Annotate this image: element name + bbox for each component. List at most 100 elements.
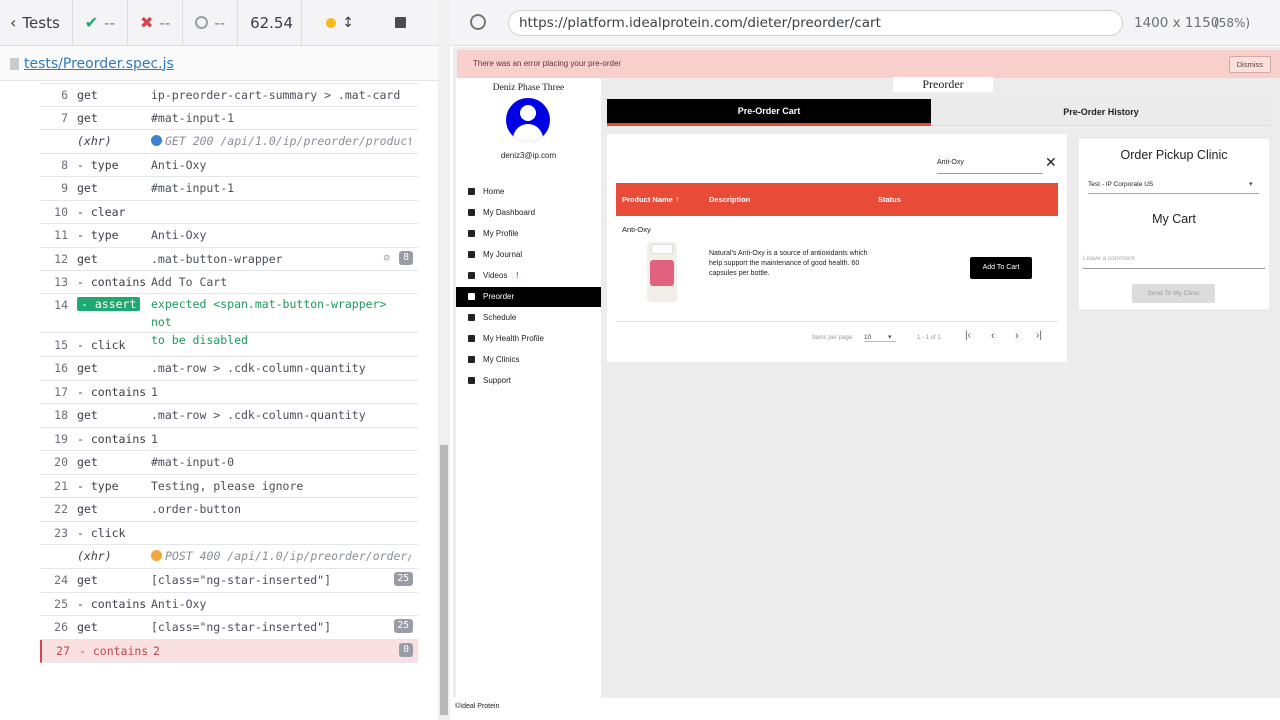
tab-preorder-history[interactable]: Pre-Order History	[931, 99, 1271, 126]
command-number: 11	[54, 228, 68, 242]
avatar-body	[513, 124, 543, 142]
product-description: Natural's Anti-Oxy is a source of antiox…	[709, 250, 868, 277]
xhr-text: POST 400 /api/1.0/ip/preorder/order/...	[165, 549, 411, 563]
product-image	[647, 242, 677, 302]
tab-preorder-cart[interactable]: Pre-Order Cart	[607, 99, 931, 126]
command-number: 13	[54, 274, 68, 289]
scrollbar-thumb[interactable]	[440, 445, 448, 715]
command-row[interactable]: 26 get [class="ng-star-inserted"] 25	[40, 616, 418, 640]
command-row[interactable]: 17 - contains 1	[40, 381, 418, 404]
command-name: - type	[77, 478, 119, 493]
command-row[interactable]: (xhr) POST 400 /api/1.0/ip/preorder/order…	[40, 545, 418, 569]
command-arg: Anti-Oxy	[151, 596, 207, 611]
comment-field[interactable]: Leave a comment	[1083, 247, 1265, 269]
command-row[interactable]: 11 - type Anti-Oxy	[40, 224, 418, 248]
command-arg: GET 200 /api/1.0/ip/preorder/product...	[151, 134, 411, 148]
command-name: - clear	[77, 204, 126, 219]
stop-button[interactable]	[378, 0, 422, 46]
command-name: get	[77, 181, 98, 195]
command-row[interactable]: 18 get .mat-row > .cdk-column-quantity	[40, 404, 418, 428]
clinic-select[interactable]: Test - IP Corporate US	[1088, 181, 1259, 194]
command-row[interactable]: 19 - contains 1	[40, 428, 418, 451]
url-field[interactable]: https://platform.idealprotein.com/dieter…	[508, 10, 1123, 36]
avatar[interactable]	[506, 98, 550, 142]
command-row[interactable]: 12 get .mat-button-wrapper 8 ⊘	[40, 248, 418, 271]
command-row[interactable]: 20 get #mat-input-0	[40, 451, 418, 475]
command-row[interactable]: 23 - click	[40, 522, 418, 545]
sidebar-item-schedule[interactable]: Schedule	[456, 308, 601, 328]
command-name: get	[77, 361, 98, 375]
command-row[interactable]: 22 get .order-button	[40, 498, 418, 522]
command-row[interactable]: 6 get ip-preorder-cart-summary > .mat-card	[40, 83, 418, 107]
command-row[interactable]: (xhr) GET 200 /api/1.0/ip/preorder/produc…	[40, 130, 418, 154]
command-name: - contains	[77, 596, 147, 611]
col-product-name[interactable]: Product Name	[622, 183, 673, 216]
circle-icon	[195, 16, 209, 29]
command-row[interactable]: 27 - contains 2 0	[40, 639, 418, 663]
sidebar-item-my-profile[interactable]: My Profile	[456, 224, 601, 244]
command-number: 7	[61, 110, 68, 125]
command-row[interactable]: 7 get #mat-input-1	[40, 107, 418, 130]
command-name: - click	[77, 525, 126, 540]
command-row[interactable]: 25 - contains Anti-Oxy	[40, 593, 418, 616]
sidebar-item-support[interactable]: Support	[456, 371, 601, 391]
app-under-test: There was an error placing your pre-orde…	[453, 47, 1280, 720]
user-name: Deniz Phase Three	[492, 83, 565, 93]
add-to-cart-button[interactable]: Add To Cart	[970, 257, 1032, 279]
auto-scroll-toggle[interactable]: ↕	[302, 0, 378, 46]
command-number: 19	[54, 431, 68, 446]
command-name: get	[77, 110, 98, 125]
last-page-icon[interactable]: ›|	[1036, 330, 1042, 341]
command-name: get	[77, 408, 98, 422]
product-card: Anti-Oxy ✕ Product Name ↑ Description St…	[607, 134, 1067, 362]
command-row[interactable]: 16 get .mat-row > .cdk-column-quantity	[40, 357, 418, 381]
command-row[interactable]: 15 - click	[40, 334, 418, 357]
bottle-label	[650, 260, 674, 286]
dismiss-button[interactable]: Dismiss	[1228, 56, 1271, 73]
command-name: get	[77, 455, 98, 469]
command-number: 26	[54, 620, 68, 634]
prev-page-icon[interactable]: ‹	[991, 330, 995, 342]
sidebar-item-my-journal[interactable]: My Journal	[456, 245, 601, 265]
command-row[interactable]: 13 - contains Add To Cart	[40, 271, 418, 294]
sidebar-item-my-clinics[interactable]: My Clinics	[456, 350, 601, 370]
error-message: There was an error placing your pre-orde…	[473, 59, 622, 68]
next-page-icon[interactable]: ›	[1015, 330, 1019, 342]
command-row[interactable]: 8 - type Anti-Oxy	[40, 154, 418, 177]
command-log-scrollbar[interactable]	[438, 0, 450, 720]
command-log-panel: tests/Preorder.spec.js 6 get ip-preorder-c…	[0, 0, 440, 720]
clinic-dropdown-icon: ▾	[1249, 181, 1253, 188]
status-dot-icon	[326, 17, 337, 28]
command-row[interactable]: 24 get [class="ng-star-inserted"] 25	[40, 569, 418, 593]
sidebar-item-home[interactable]: Home	[456, 182, 601, 202]
command-name: (xhr)	[77, 134, 112, 148]
command-row[interactable]: 21 - type Testing, please ignore	[40, 475, 418, 498]
first-page-icon[interactable]: |‹	[965, 330, 971, 341]
back-to-tests-button[interactable]: ‹ Tests	[0, 0, 73, 46]
send-to-clinic-button[interactable]: Send To My Clinic	[1132, 284, 1215, 303]
spec-file-link[interactable]: tests/Preorder.spec.js	[24, 56, 174, 72]
command-number: 12	[54, 251, 68, 266]
command-row[interactable]: 14 - assert expected <span.mat-button-wrap…	[40, 294, 418, 347]
command-number: 16	[54, 361, 68, 375]
element-count-badge: 25	[393, 572, 413, 586]
command-row[interactable]: 10 - clear	[40, 201, 418, 224]
search-input[interactable]: Anti-Oxy	[937, 159, 1043, 174]
sidebar-item-label: Schedule	[483, 313, 517, 322]
command-number: 20	[54, 455, 68, 469]
tab-label: Pre-Order Cart	[737, 106, 801, 116]
command-name: - contains	[77, 431, 147, 446]
selector-playground-icon[interactable]	[470, 14, 486, 30]
sidebar-item-preorder[interactable]: Preorder	[456, 287, 601, 307]
close-icon[interactable]: ✕	[1045, 154, 1057, 171]
command-row[interactable]: 9 get #mat-input-1	[40, 177, 418, 201]
sidebar-item-my-health-profile[interactable]: My Health Profile	[456, 329, 601, 349]
table-header: Product Name ↑ Description Status	[616, 183, 1058, 216]
sidebar-item-label: Support	[483, 376, 512, 385]
comment-placeholder: Leave a comment	[1083, 255, 1135, 262]
command-arg: Anti-Oxy	[151, 157, 207, 172]
cart-title: My Cart	[1152, 212, 1196, 226]
sidebar-item-my-dashboard[interactable]: My Dashboard	[456, 203, 601, 223]
sidebar-item-videos[interactable]: Videos!	[456, 266, 601, 286]
element-count-badge: 0	[399, 642, 413, 657]
